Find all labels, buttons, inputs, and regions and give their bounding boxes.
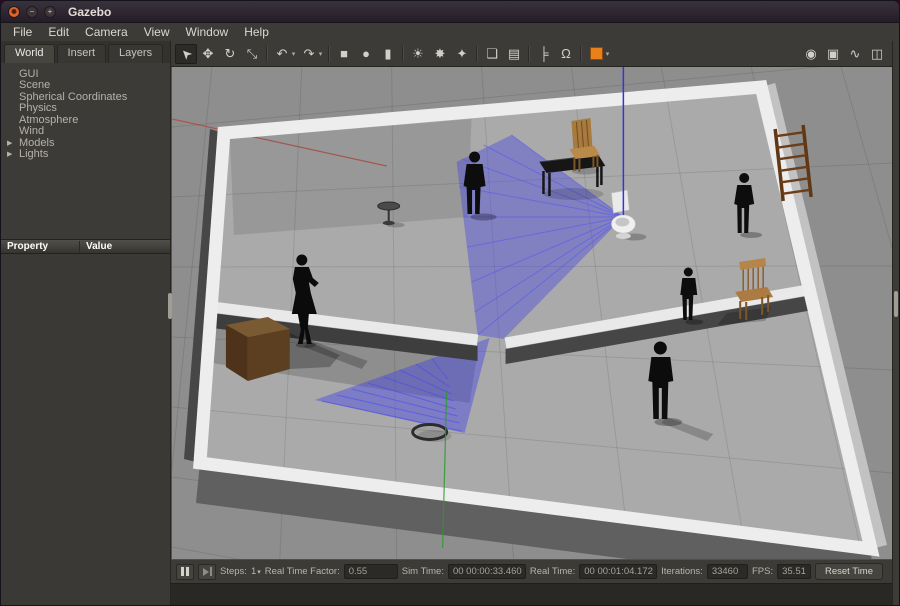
toolbar-separator	[402, 46, 404, 62]
maximize-button[interactable]: +	[44, 6, 56, 18]
tree-item-wind[interactable]: Wind	[3, 126, 168, 138]
point-light-icon[interactable]: ✸	[429, 44, 451, 64]
property-table-body	[1, 254, 170, 605]
align-tool-icon[interactable]: ╞	[533, 44, 555, 64]
gazebo-window: × − + Gazebo File Edit Camera View Windo…	[0, 0, 900, 606]
screenshot-icon[interactable]: ◉	[800, 44, 822, 64]
panel-splitter[interactable]	[168, 293, 172, 319]
render-toolbar: ➤ ✥ ↻ ⤡ ↶ ▾ ↷ ▾ ■ ● ▮ ☀ ✸ ✦ ❏ ▤	[171, 41, 892, 67]
iterations-field: 33460	[707, 564, 748, 579]
simulation-bar: Steps: 1▾ Real Time Factor: 0.55 Sim Tim…	[171, 559, 892, 583]
steps-label: Steps:	[220, 566, 247, 577]
tab-world[interactable]: World	[4, 44, 55, 63]
menu-file[interactable]: File	[5, 24, 40, 40]
world-tree: GUI Scene Spherical Coordinates Physics …	[1, 63, 170, 239]
select-arrow-glyph: ➤	[176, 44, 195, 63]
scene-3d-viewport[interactable]	[171, 67, 892, 559]
box-shape-icon[interactable]: ■	[333, 44, 355, 64]
tree-item-label: Lights	[19, 148, 48, 160]
tree-item-gui[interactable]: GUI	[3, 68, 168, 80]
right-panel-strip	[892, 41, 899, 605]
menu-view[interactable]: View	[136, 24, 178, 40]
panel-tabs: World Insert Layers	[1, 41, 170, 63]
tab-insert[interactable]: Insert	[57, 44, 107, 63]
menubar: File Edit Camera View Window Help	[1, 23, 899, 41]
toolbar-separator	[580, 46, 582, 62]
undo-history-caret-icon[interactable]: ▾	[289, 44, 298, 64]
toolbar-separator	[528, 46, 530, 62]
menu-camera[interactable]: Camera	[77, 24, 136, 40]
toolbar-separator	[476, 46, 478, 62]
steps-spinner[interactable]: 1▾	[251, 566, 261, 577]
tree-item-label: Models	[19, 137, 54, 149]
rtf-label: Real Time Factor:	[265, 566, 340, 577]
tree-item-lights[interactable]: ▶ Lights	[3, 149, 168, 161]
cylinder-shape-icon[interactable]: ▮	[377, 44, 399, 64]
tree-item-spherical-coordinates[interactable]: Spherical Coordinates	[3, 91, 168, 103]
tree-item-physics[interactable]: Physics	[3, 103, 168, 115]
tree-item-scene[interactable]: Scene	[3, 80, 168, 92]
menu-window[interactable]: Window	[178, 24, 237, 40]
tab-layers[interactable]: Layers	[108, 44, 163, 63]
toolbar-separator	[266, 46, 268, 62]
sim-time-field: 00 00:00:33.460	[448, 564, 526, 579]
rotate-tool-icon[interactable]: ↻	[219, 44, 241, 64]
toolbar-separator	[328, 46, 330, 62]
building-editor-caret-icon[interactable]: ▾	[603, 44, 612, 64]
sphere-shape-icon[interactable]: ●	[355, 44, 377, 64]
tree-item-models[interactable]: ▶ Models	[3, 137, 168, 149]
spot-light-icon[interactable]: ✦	[451, 44, 473, 64]
iterations-label: Iterations:	[661, 566, 703, 577]
select-tool-icon[interactable]: ➤	[175, 44, 197, 64]
copy-icon[interactable]: ❏	[481, 44, 503, 64]
steps-value: 1	[251, 566, 256, 577]
scale-tool-icon[interactable]: ⤡	[241, 44, 263, 64]
minimize-button[interactable]: −	[26, 6, 38, 18]
real-time-label: Real Time:	[530, 566, 575, 577]
property-table-header: Property Value	[1, 239, 170, 254]
bottom-log-strip	[171, 583, 892, 605]
rtf-field: 0.55	[344, 564, 398, 579]
tree-item-atmosphere[interactable]: Atmosphere	[3, 114, 168, 126]
expand-arrow-icon[interactable]: ▶	[7, 150, 12, 158]
real-time-field: 00 00:01:04.172	[579, 564, 657, 579]
value-column-header: Value	[79, 241, 170, 252]
directional-light-icon[interactable]: ☀	[407, 44, 429, 64]
right-splitter[interactable]	[894, 291, 898, 317]
window-title: Gazebo	[68, 5, 111, 19]
menu-edit[interactable]: Edit	[40, 24, 77, 40]
paste-icon[interactable]: ▤	[503, 44, 525, 64]
close-button[interactable]: ×	[8, 6, 20, 18]
titlebar[interactable]: × − + Gazebo	[1, 1, 899, 23]
property-column-header: Property	[1, 241, 79, 252]
world-panel: World Insert Layers GUI Scene Spherical …	[1, 41, 171, 605]
steps-caret-icon[interactable]: ▾	[257, 569, 261, 576]
sim-time-label: Sim Time:	[402, 566, 444, 577]
translate-tool-icon[interactable]: ✥	[197, 44, 219, 64]
fps-label: FPS:	[752, 566, 773, 577]
menu-help[interactable]: Help	[236, 24, 277, 40]
step-button[interactable]	[198, 564, 216, 580]
joint-tool-icon[interactable]: Ω	[555, 44, 577, 64]
pause-button[interactable]	[176, 564, 194, 580]
reset-time-button[interactable]: Reset Time	[815, 563, 883, 580]
fps-field: 35.51	[777, 564, 811, 579]
video-record-icon[interactable]: ◫	[866, 44, 888, 64]
log-record-icon[interactable]: ▣	[822, 44, 844, 64]
redo-history-caret-icon[interactable]: ▾	[316, 44, 325, 64]
expand-arrow-icon[interactable]: ▶	[7, 139, 12, 147]
plot-icon[interactable]: ∿	[844, 44, 866, 64]
scene-3d-view[interactable]	[172, 67, 892, 559]
